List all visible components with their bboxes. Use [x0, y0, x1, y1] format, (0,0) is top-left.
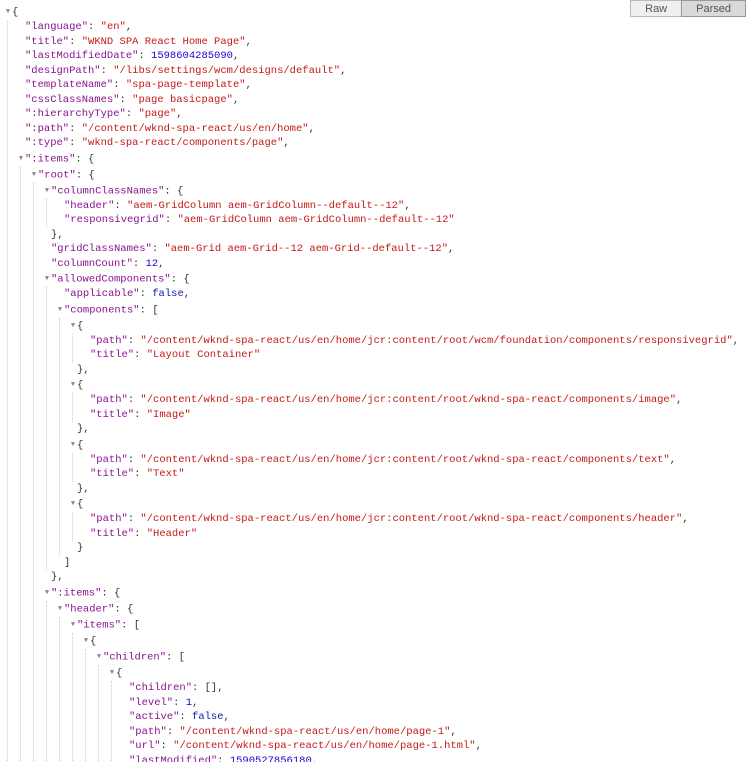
json-line[interactable]: "title": "Header": [82, 527, 750, 542]
json-line[interactable]: ":type": "wknd-spa-react/components/page…: [17, 136, 750, 151]
json-line[interactable]: "children": [: [95, 649, 750, 665]
json-line[interactable]: "title": "Layout Container": [82, 348, 750, 363]
json-line[interactable]: "title": "Text": [82, 467, 750, 482]
json-line[interactable]: "path": "/content/wknd-spa-react/us/en/h…: [82, 453, 750, 468]
json-line[interactable]: "lastModified": 1590527856180,: [121, 754, 750, 762]
json-line[interactable]: ":path": "/content/wknd-spa-react/us/en/…: [17, 122, 750, 137]
json-line[interactable]: "level": 1,: [121, 696, 750, 711]
json-line: },: [43, 570, 750, 585]
json-line[interactable]: {: [69, 437, 750, 453]
json-line[interactable]: "path": "/content/wknd-spa-react/us/en/h…: [82, 512, 750, 527]
json-line[interactable]: "items": [: [69, 617, 750, 633]
json-line[interactable]: "path": "/content/wknd-spa-react/us/en/h…: [121, 725, 750, 740]
json-line[interactable]: "title": "Image": [82, 408, 750, 423]
json-line[interactable]: "components": [: [56, 302, 750, 318]
json-line[interactable]: "title": "WKND SPA React Home Page",: [17, 35, 750, 50]
json-line[interactable]: "columnCount": 12,: [43, 257, 750, 272]
json-line[interactable]: "applicable": false,: [56, 287, 750, 302]
json-line: },: [69, 363, 750, 378]
json-line: },: [69, 482, 750, 497]
json-line[interactable]: "templateName": "spa-page-template",: [17, 78, 750, 93]
json-line[interactable]: "path": "/content/wknd-spa-react/us/en/h…: [82, 393, 750, 408]
parsed-button[interactable]: Parsed: [681, 0, 746, 17]
json-line[interactable]: "root": {: [30, 167, 750, 183]
json-line[interactable]: ":items": {: [43, 585, 750, 601]
json-line: ]: [56, 556, 750, 571]
view-toggle-toolbar: Raw Parsed: [630, 0, 746, 17]
json-line[interactable]: "gridClassNames": "aem-Grid aem-Grid--12…: [43, 242, 750, 257]
json-line[interactable]: "columnClassNames": {: [43, 183, 750, 199]
json-line: },: [43, 228, 750, 243]
json-line[interactable]: "url": "/content/wknd-spa-react/us/en/ho…: [121, 739, 750, 754]
json-line[interactable]: {: [69, 318, 750, 334]
json-line[interactable]: "responsivegrid": "aem-GridColumn aem-Gr…: [56, 213, 750, 228]
json-line: }: [69, 541, 750, 556]
json-line[interactable]: {: [82, 633, 750, 649]
json-line[interactable]: "active": false,: [121, 710, 750, 725]
json-line[interactable]: "header": "aem-GridColumn aem-GridColumn…: [56, 199, 750, 214]
json-line[interactable]: "children": [],: [121, 681, 750, 696]
json-line: },: [69, 422, 750, 437]
json-line[interactable]: {: [69, 496, 750, 512]
json-line[interactable]: "designPath": "/libs/settings/wcm/design…: [17, 64, 750, 79]
json-line[interactable]: ":hierarchyType": "page",: [17, 107, 750, 122]
json-tree: { "language": "en", "title": "WKND SPA R…: [0, 4, 750, 762]
json-line[interactable]: "path": "/content/wknd-spa-react/us/en/h…: [82, 334, 750, 349]
json-line[interactable]: ":items": {: [17, 151, 750, 167]
raw-button[interactable]: Raw: [630, 0, 681, 17]
json-line[interactable]: "lastModifiedDate": 1598604285090,: [17, 49, 750, 64]
json-line[interactable]: "cssClassNames": "page basicpage",: [17, 93, 750, 108]
json-line[interactable]: {: [69, 377, 750, 393]
json-line[interactable]: "header": {: [56, 601, 750, 617]
json-line[interactable]: "allowedComponents": {: [43, 271, 750, 287]
json-line[interactable]: "language": "en",: [17, 20, 750, 35]
json-line[interactable]: {: [108, 665, 750, 681]
